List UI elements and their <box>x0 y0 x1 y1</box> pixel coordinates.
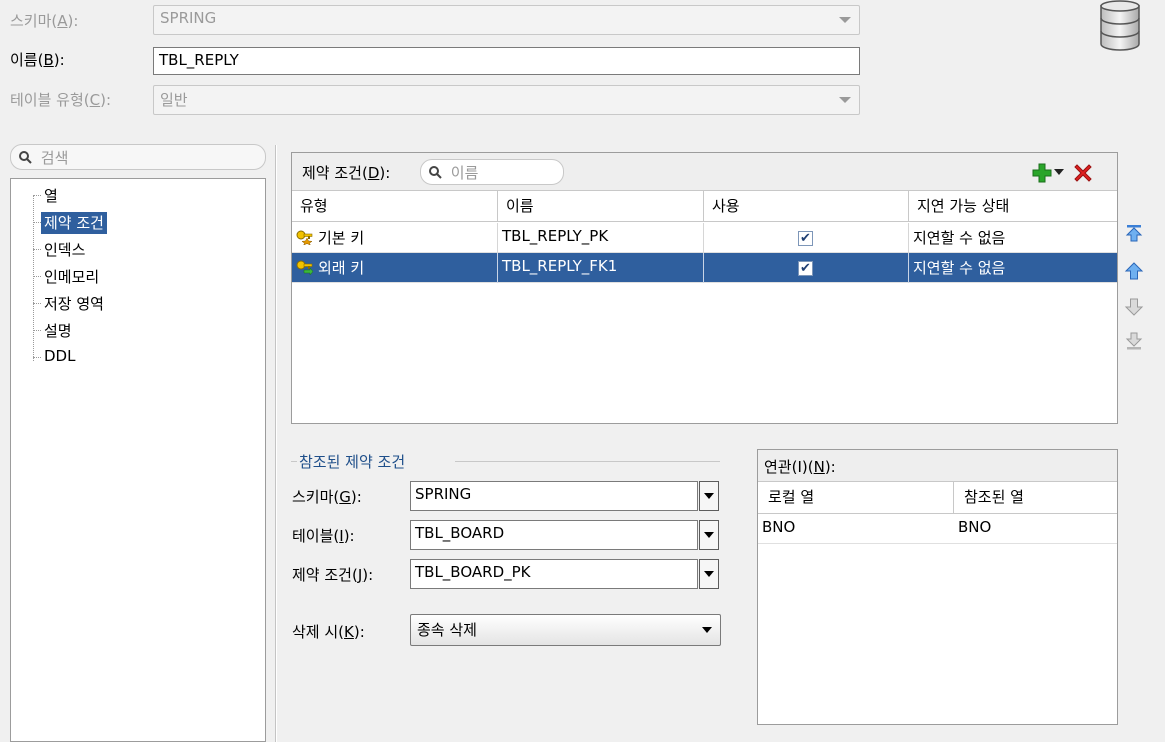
move-down-icon[interactable] <box>1124 297 1144 317</box>
constraints-toolbar: 제약 조건(D): 이름 <box>292 153 1117 191</box>
ref-constraint-select[interactable]: TBL_BOARD_PK <box>410 559 698 589</box>
add-icon[interactable] <box>1032 163 1052 183</box>
col-header-local-column[interactable]: 로컬 열 <box>758 482 954 514</box>
table-row[interactable]: 기본 키 TBL_REPLY_PK ✔ 지연할 수 없음 <box>292 223 1117 253</box>
name-label: 이름(B): <box>10 51 65 69</box>
enabled-checkbox[interactable]: ✔ <box>798 231 813 246</box>
association-label: 연관(I)(N): <box>758 450 1117 482</box>
association-grid-header: 로컬 열 참조된 열 <box>758 482 1117 514</box>
nav-item-comment[interactable]: 설명 <box>41 320 75 342</box>
schema-label: 스키마(A): <box>10 12 79 30</box>
col-header-name[interactable]: 이름 <box>498 191 704 222</box>
nav-item-storage[interactable]: 저장 영역 <box>41 293 107 315</box>
ref-schema-label: 스키마(G): <box>292 488 362 506</box>
table-row-selected[interactable]: 외래 키 TBL_REPLY_FK1 ✔ 지연할 수 없음 <box>292 253 1117 283</box>
nav-item-in-memory[interactable]: 인메모리 <box>41 266 102 288</box>
constraint-search-input[interactable]: 이름 <box>420 159 564 185</box>
name-input[interactable]: TBL_REPLY <box>153 47 860 75</box>
ref-table-dropdown-icon[interactable] <box>699 520 719 550</box>
table-row[interactable]: BNO BNO <box>758 514 1117 544</box>
col-header-enabled[interactable]: 사용 <box>704 191 909 222</box>
nav-item-ddl[interactable]: DDL <box>41 347 78 369</box>
splitter[interactable] <box>275 145 277 742</box>
chevron-down-icon <box>839 17 851 23</box>
primary-key-icon <box>296 230 313 245</box>
referenced-group-title: 참조된 제약 조건 <box>299 453 406 471</box>
col-header-deferrable[interactable]: 지연 가능 상태 <box>909 191 1117 222</box>
cell-deferrable: 지연할 수 없음 <box>913 229 1006 247</box>
nav-item-indexes[interactable]: 인덱스 <box>41 239 88 261</box>
constraints-panel: 제약 조건(D): 이름 유형 이름 사용 지연 가능 상태 기본 키 TBL_… <box>291 152 1118 424</box>
ref-table-select[interactable]: TBL_BOARD <box>410 520 698 550</box>
search-icon <box>19 151 32 164</box>
add-dropdown-chevron-icon[interactable] <box>1054 169 1064 177</box>
nav-search-input[interactable]: 검색 <box>10 144 266 170</box>
nav-search-placeholder: 검색 <box>40 149 69 167</box>
ref-constraint-label: 제약 조건(J): <box>292 566 374 584</box>
constraints-grid-header: 유형 이름 사용 지연 가능 상태 <box>292 191 1117 222</box>
table-type-label: 테이블 유형(C): <box>10 91 112 109</box>
database-icon <box>1100 0 1140 51</box>
constraint-search-placeholder: 이름 <box>450 164 479 182</box>
foreign-key-icon <box>296 260 314 275</box>
cell-referenced-column: BNO <box>958 518 992 536</box>
cell-constraint-name: TBL_REPLY_FK1 <box>498 253 704 283</box>
table-type-select[interactable]: 일반 <box>153 85 860 115</box>
on-delete-label: 삭제 시(K): <box>292 623 365 641</box>
nav-tree: 열 제약 조건 인덱스 인메모리 저장 영역 설명 DDL <box>10 178 266 742</box>
ref-schema-select[interactable]: SPRING <box>410 481 698 511</box>
col-header-referenced-column[interactable]: 참조된 열 <box>954 482 1117 514</box>
cell-constraint-name: TBL_REPLY_PK <box>498 223 704 253</box>
chevron-down-icon <box>702 627 712 633</box>
col-header-type[interactable]: 유형 <box>292 191 498 222</box>
nav-item-constraints[interactable]: 제약 조건 <box>41 212 107 234</box>
chevron-down-icon <box>839 97 851 103</box>
move-up-icon[interactable] <box>1124 261 1144 281</box>
cell-local-column: BNO <box>762 518 796 536</box>
delete-icon[interactable] <box>1072 162 1094 184</box>
association-panel: 연관(I)(N): 로컬 열 참조된 열 BNO BNO <box>757 449 1118 725</box>
constraints-label: 제약 조건(D): <box>302 164 391 182</box>
ref-schema-dropdown-icon[interactable] <box>699 481 719 511</box>
move-to-bottom-icon[interactable] <box>1124 331 1144 351</box>
schema-select[interactable]: SPRING <box>153 5 860 35</box>
enabled-checkbox[interactable]: ✔ <box>798 261 813 276</box>
search-icon <box>429 166 442 179</box>
ref-constraint-dropdown-icon[interactable] <box>699 559 719 589</box>
cell-deferrable: 지연할 수 없음 <box>913 259 1006 277</box>
on-delete-select[interactable]: 종속 삭제 <box>410 614 721 646</box>
move-to-top-icon[interactable] <box>1124 223 1144 243</box>
nav-item-columns[interactable]: 열 <box>41 185 61 207</box>
ref-table-label: 테이블(I): <box>292 527 355 545</box>
